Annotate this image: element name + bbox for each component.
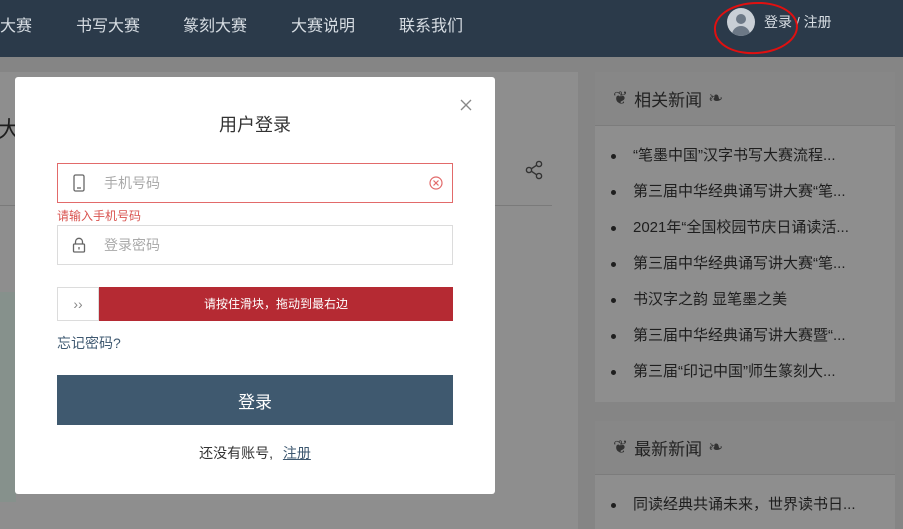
latest-news-box: ❦ 最新新闻 ❧ 同读经典共诵未来，世界读书日... [595, 421, 895, 529]
related-news-title: 相关新闻 [634, 91, 703, 110]
nav-item-contact-us[interactable]: 联系我们 [399, 12, 463, 36]
captcha-slider[interactable]: ›› 请按住滑块，拖动到最右边 [57, 287, 453, 321]
slider-handle[interactable]: ›› [57, 287, 99, 321]
ornament-left-icon: ❦ [613, 437, 629, 457]
login-button[interactable]: 登录 [57, 375, 453, 425]
ornament-left-icon: ❦ [613, 88, 629, 108]
list-item[interactable]: 2021年“全国校园节庆日诵读活... [595, 210, 895, 246]
latest-news-title: 最新新闻 [634, 440, 703, 459]
nav-item-contest-info[interactable]: 大赛说明 [291, 12, 355, 36]
list-item[interactable]: 书汉字之韵 显笔墨之美 [595, 282, 895, 318]
password-input[interactable] [100, 227, 452, 263]
clear-error-icon[interactable] [420, 164, 452, 202]
ornament-right-icon: ❧ [708, 88, 724, 108]
nav-item-seal-contest[interactable]: 篆刻大赛 [183, 12, 247, 36]
register-row: 还没有账号, 注册 [15, 443, 495, 463]
lock-icon [58, 226, 100, 264]
related-news-header: ❦ 相关新闻 ❧ [595, 72, 895, 126]
article-image [0, 292, 16, 502]
register-link[interactable]: 注册 [283, 445, 311, 461]
close-icon[interactable] [456, 95, 476, 115]
nav-item-writing-contest[interactable]: 书写大赛 [76, 12, 140, 36]
nav-item-contest[interactable]: 大赛 [0, 12, 32, 36]
no-account-text: 还没有账号, [199, 445, 273, 461]
related-news-box: ❦ 相关新闻 ❧ “笔墨中国”汉字书写大赛流程... 第三届中华经典诵写讲大赛“… [595, 72, 895, 402]
annotation-circle [712, 0, 800, 57]
list-item[interactable]: 第三届中华经典诵写讲大赛“笔... [595, 246, 895, 282]
ornament-right-icon: ❧ [708, 437, 724, 457]
share-icon[interactable] [524, 160, 544, 180]
register-link-nav[interactable]: 注册 [804, 14, 832, 30]
list-item[interactable]: 第三届中华经典诵写讲大赛“笔... [595, 174, 895, 210]
login-modal: 用户登录 请输入手机号码 [15, 77, 495, 494]
related-news-list: “笔墨中国”汉字书写大赛流程... 第三届中华经典诵写讲大赛“笔... 2021… [595, 126, 895, 390]
list-item[interactable]: 第三届中华经典诵写讲大赛暨“... [595, 318, 895, 354]
list-item[interactable]: “笔墨中国”汉字书写大赛流程... [595, 138, 895, 174]
forgot-password-link[interactable]: 忘记密码? [57, 333, 121, 353]
double-chevron-right-icon: ›› [73, 296, 83, 312]
list-item[interactable]: 同读经典共诵未来，世界读书日... [595, 487, 895, 523]
modal-title: 用户登录 [219, 115, 291, 135]
phone-icon [58, 164, 100, 202]
list-item[interactable]: 第三届“印记中国”师生篆刻大... [595, 354, 895, 390]
phone-error-message: 请输入手机号码 [57, 209, 142, 223]
latest-news-header: ❦ 最新新闻 ❧ [595, 421, 895, 475]
phone-input[interactable] [100, 165, 420, 201]
latest-news-list: 同读经典共诵未来，世界读书日... [595, 475, 895, 523]
slider-instruction: 请按住滑块，拖动到最右边 [203, 297, 348, 311]
phone-field [57, 163, 453, 203]
password-field [57, 225, 453, 265]
top-navbar: 大赛 书写大赛 篆刻大赛 大赛说明 联系我们 登录 / 注册 [0, 0, 903, 57]
